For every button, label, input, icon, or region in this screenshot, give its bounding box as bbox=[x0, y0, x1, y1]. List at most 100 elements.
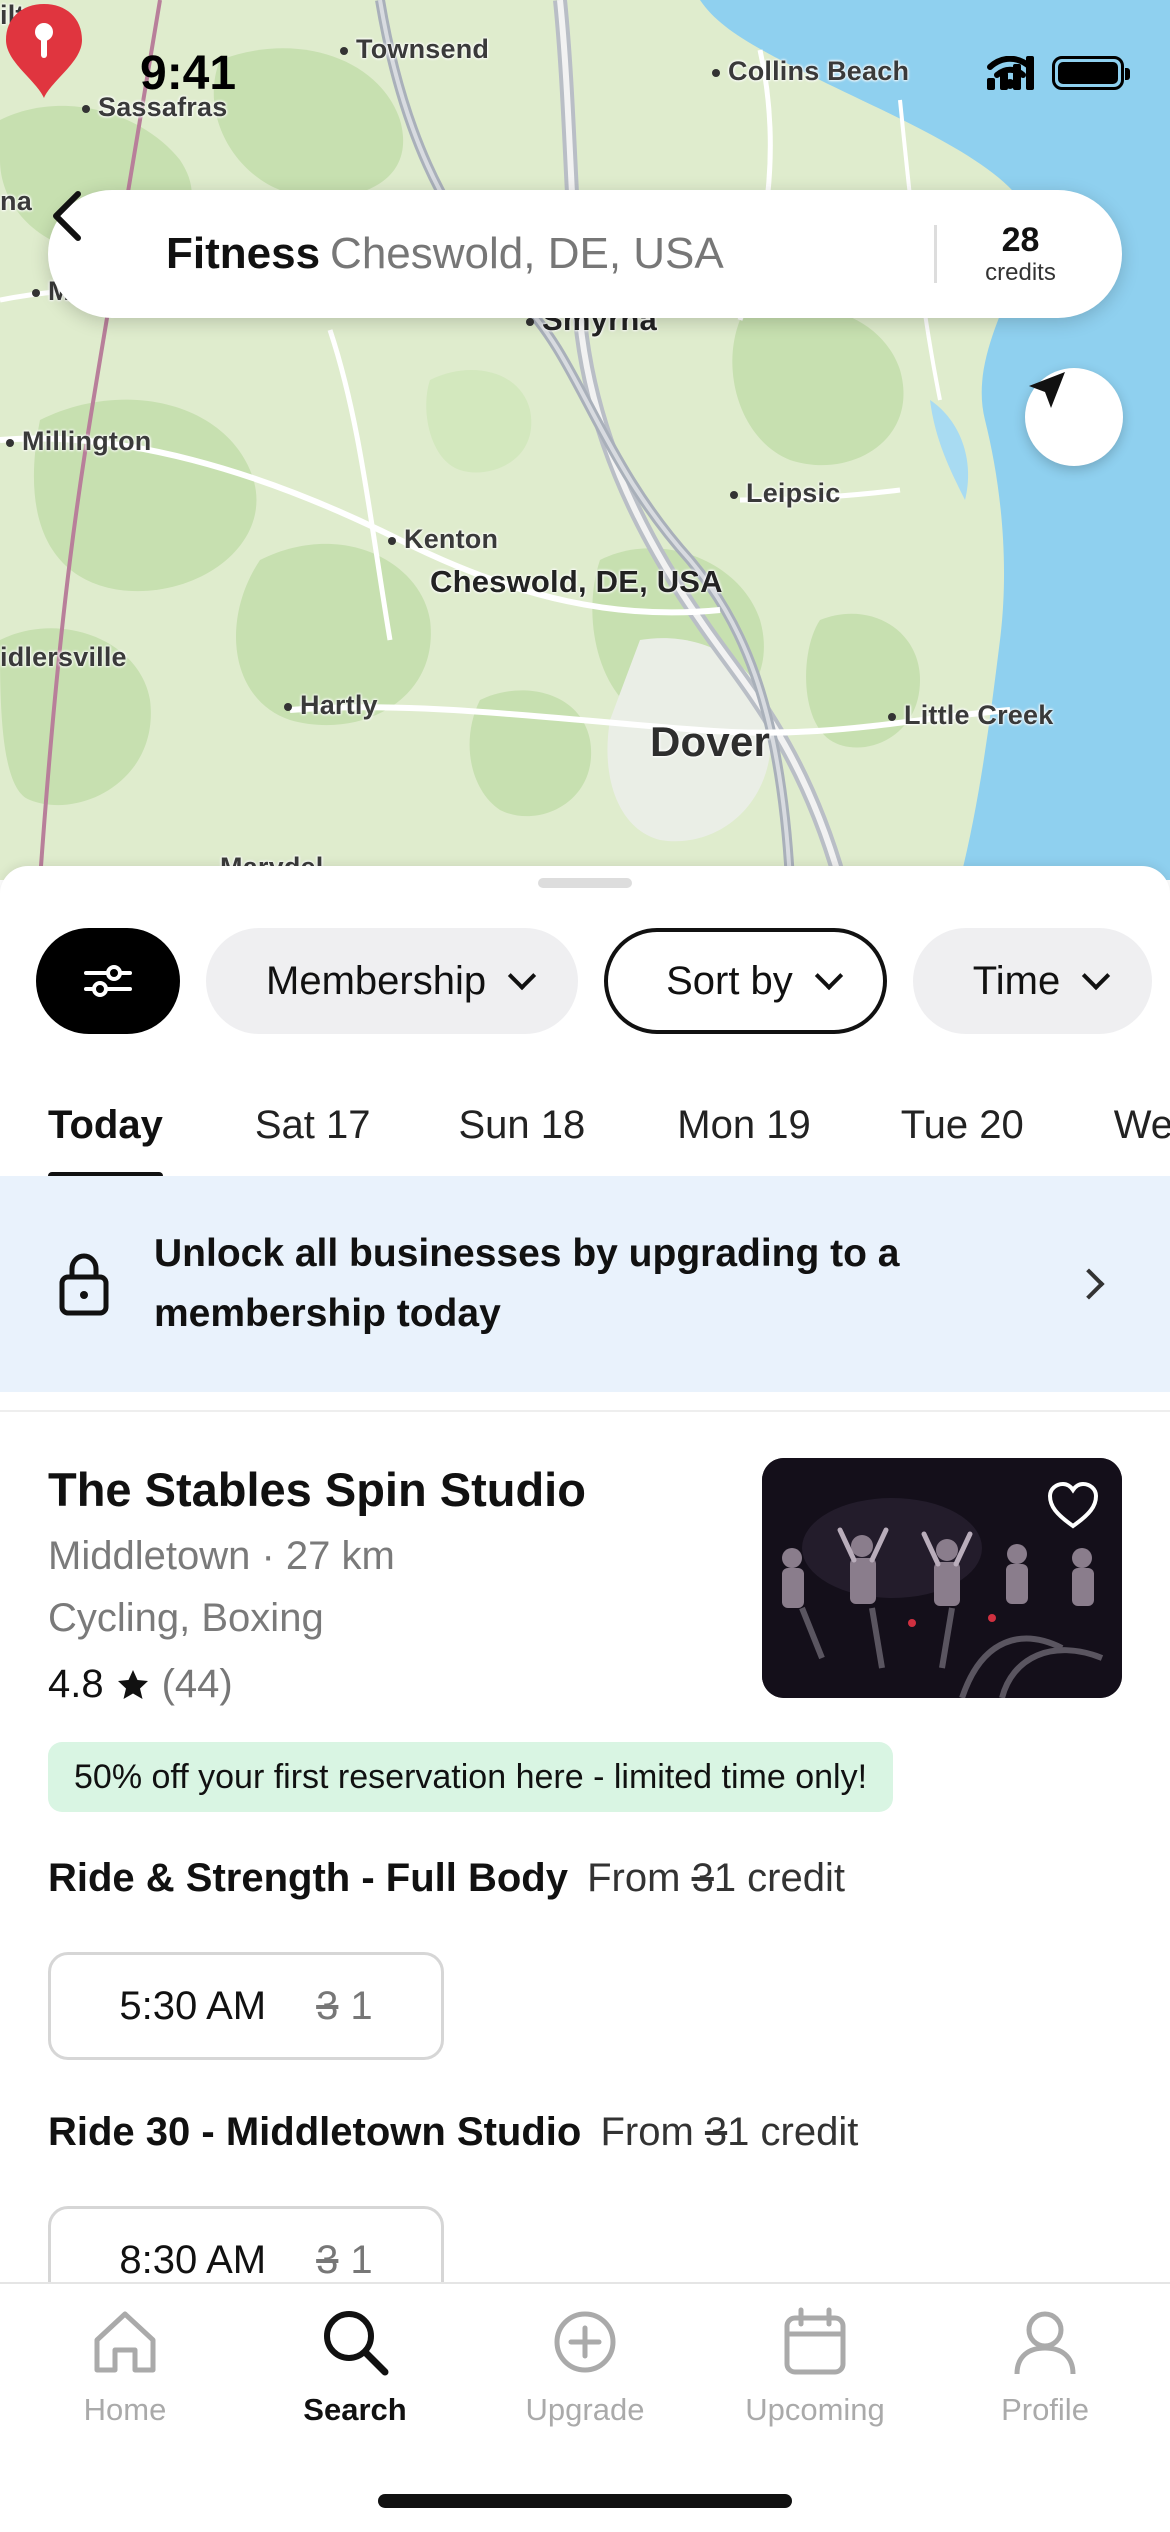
battery-icon bbox=[1052, 56, 1130, 90]
lock-icon bbox=[59, 1253, 109, 1316]
date-tabs: Today Sat 17 Sun 18 Mon 19 Tue 20 We bbox=[0, 1084, 1170, 1180]
membership-filter-chip[interactable]: Membership bbox=[206, 928, 579, 1034]
tab-label: Upcoming bbox=[745, 2392, 885, 2427]
slot-old-credits: 3 bbox=[316, 1983, 339, 2028]
search-location: Cheswold, DE, USA bbox=[330, 229, 724, 278]
status-icons bbox=[987, 56, 1130, 90]
class-title[interactable]: Ride & Strength - Full Body From 31 cred… bbox=[48, 1856, 845, 1901]
tab-label: Upgrade bbox=[525, 2392, 645, 2427]
slot-credits: 31 bbox=[316, 1984, 373, 2029]
price-old: 3 bbox=[691, 1856, 714, 1900]
search-category: Fitness bbox=[166, 229, 321, 278]
search-query[interactable]: Fitness Cheswold, DE, USA bbox=[166, 229, 934, 279]
studio-photo[interactable] bbox=[762, 1458, 1122, 1698]
chevron-down-icon bbox=[507, 961, 537, 991]
calendar-icon bbox=[784, 2307, 846, 2375]
tab-today[interactable]: Today bbox=[48, 1084, 163, 1180]
studio-location: Middletown · 27 km bbox=[48, 1534, 395, 1578]
upgrade-text-line: membership today bbox=[154, 1292, 501, 1335]
map-label-leipsic: Leipsic bbox=[730, 478, 840, 509]
tab-upcoming[interactable]: Upcoming bbox=[705, 2306, 925, 2428]
studio-card[interactable]: The Stables Spin Studio Middletown · 27 … bbox=[0, 1410, 1170, 2282]
map-label-kenton: Kenton bbox=[388, 524, 498, 555]
class-price: From 31 credit bbox=[587, 1856, 845, 1900]
heart-icon[interactable] bbox=[1046, 1480, 1100, 1530]
map-label-dover: Dover bbox=[650, 718, 771, 765]
price-new: 1 credit bbox=[713, 1856, 845, 1900]
tab-label: Profile bbox=[1001, 2392, 1089, 2427]
sort-by-chip[interactable]: Sort by bbox=[604, 928, 887, 1034]
tab-upgrade[interactable]: Upgrade bbox=[475, 2306, 695, 2428]
promo-badge: 50% off your first reservation here - li… bbox=[48, 1742, 894, 1812]
tab-wed[interactable]: We bbox=[1114, 1084, 1170, 1180]
upgrade-banner[interactable]: Unlock all businesses by upgrading to a … bbox=[0, 1176, 1170, 1392]
map-pin-label: Cheswold, DE, USA bbox=[430, 564, 723, 599]
plus-circle-icon bbox=[554, 2311, 616, 2373]
studio-rating: 4.8 (44) bbox=[48, 1662, 233, 1707]
chip-label: Sort by bbox=[666, 958, 793, 1003]
slot-new-credits: 1 bbox=[350, 1983, 373, 2028]
map-label-hartly: Hartly bbox=[284, 690, 378, 721]
map-label-partial: na bbox=[0, 186, 32, 216]
map-label-collins-beach: Collins Beach bbox=[712, 56, 909, 87]
tab-sun-18[interactable]: Sun 18 bbox=[458, 1084, 585, 1180]
location-arrow-icon bbox=[1029, 372, 1065, 408]
tab-home[interactable]: Home bbox=[15, 2306, 235, 2428]
back-chevron-icon bbox=[53, 191, 81, 241]
status-time: 9:41 bbox=[140, 47, 237, 100]
home-icon bbox=[94, 2311, 156, 2373]
price-from: From bbox=[587, 1856, 681, 1900]
map-label-townsend: Townsend bbox=[340, 34, 489, 65]
credits-counter[interactable]: 28 credits bbox=[934, 221, 1104, 286]
chevron-down-icon bbox=[1082, 961, 1111, 991]
filter-bar: Membership Sort by Time bbox=[36, 928, 1153, 1034]
bottom-tab-bar: Home Search Upgrade Upcoming Profile bbox=[0, 2282, 1170, 2532]
class-name: Ride 30 - Middletown Studio bbox=[48, 2110, 582, 2154]
search-bar[interactable]: Fitness Cheswold, DE, USA 28 credits bbox=[48, 190, 1122, 318]
upgrade-text-line: Unlock all businesses by upgrading to a bbox=[154, 1232, 900, 1275]
review-count: (44) bbox=[161, 1662, 233, 1706]
map-label-little-creek: Little Creek bbox=[888, 700, 1053, 731]
credits-label: credits bbox=[985, 259, 1056, 286]
slot-new-credits: 1 bbox=[350, 2237, 373, 2282]
time-filter-chip[interactable]: Time bbox=[912, 928, 1153, 1034]
filter-button[interactable] bbox=[36, 928, 180, 1034]
chip-label: Time bbox=[972, 958, 1061, 1003]
tab-mon-19[interactable]: Mon 19 bbox=[677, 1084, 810, 1180]
map-view[interactable]: ilton Townsend Sassafras Collins Beach n… bbox=[0, 0, 1170, 880]
map-pin-icon[interactable] bbox=[0, 0, 88, 100]
tab-profile[interactable]: Profile bbox=[935, 2306, 1155, 2428]
class-title[interactable]: Ride 30 - Middletown Studio From 31 cred… bbox=[48, 2110, 858, 2155]
home-indicator bbox=[378, 2494, 792, 2508]
tab-search[interactable]: Search bbox=[245, 2306, 465, 2428]
profile-icon bbox=[1014, 2311, 1076, 2375]
upgrade-banner-text: Unlock all businesses by upgrading to a … bbox=[154, 1224, 1078, 1344]
rating-value: 4.8 bbox=[48, 1662, 104, 1706]
filter-sliders-icon bbox=[84, 965, 132, 997]
wifi-icon bbox=[987, 56, 1033, 89]
slot-credits: 31 bbox=[316, 2238, 373, 2283]
tab-sat-17[interactable]: Sat 17 bbox=[255, 1084, 371, 1180]
credits-count: 28 bbox=[1001, 221, 1040, 259]
search-icon bbox=[324, 2311, 389, 2376]
tab-tue-20[interactable]: Tue 20 bbox=[901, 1084, 1024, 1180]
slot-time: 8:30 AM bbox=[119, 2237, 267, 2282]
tab-label: Home bbox=[83, 2392, 167, 2427]
map-background bbox=[0, 0, 1170, 880]
back-button[interactable] bbox=[53, 190, 166, 318]
time-slot-button[interactable]: 8:30 AM 31 bbox=[48, 2206, 444, 2282]
map-label-partial: idlersville bbox=[0, 642, 127, 672]
sheet-grabber[interactable] bbox=[538, 878, 632, 888]
chevron-right-icon bbox=[1073, 1268, 1105, 1300]
studio-name[interactable]: The Stables Spin Studio bbox=[48, 1462, 586, 1517]
results-sheet[interactable]: Membership Sort by Time Today Sat 17 Sun… bbox=[0, 866, 1170, 2282]
star-icon bbox=[117, 1669, 148, 1699]
price-new: 1 credit bbox=[727, 2110, 859, 2154]
studio-tags: Cycling, Boxing bbox=[48, 1596, 324, 1640]
price-old: 3 bbox=[704, 2110, 728, 2154]
slot-old-credits: 3 bbox=[316, 2237, 339, 2282]
class-price: From 31 credit bbox=[600, 2110, 858, 2154]
price-from: From bbox=[600, 2110, 694, 2154]
time-slot-button[interactable]: 5:30 AM 31 bbox=[48, 1952, 444, 2060]
locate-me-button[interactable] bbox=[1025, 368, 1123, 466]
